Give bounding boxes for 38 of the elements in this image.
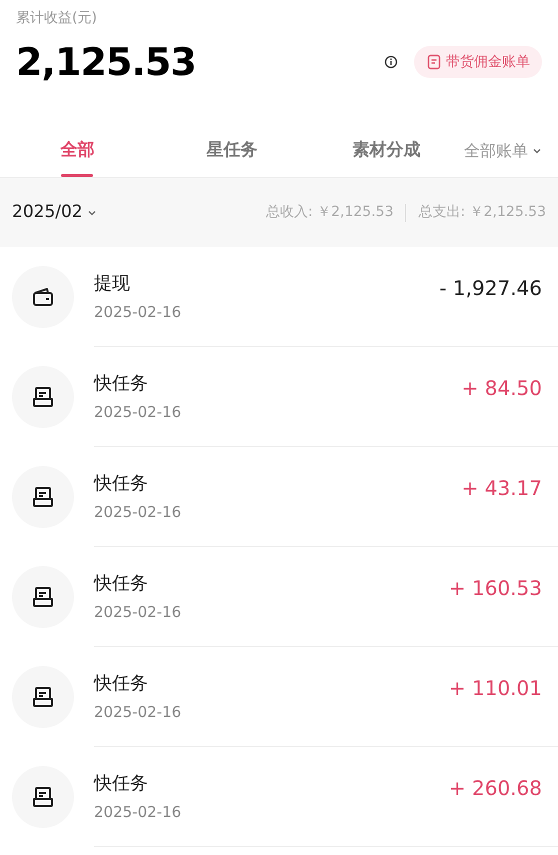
document-tray-icon	[31, 785, 55, 809]
bill-filter-dropdown[interactable]: 全部账单	[464, 139, 542, 163]
document-icon	[426, 54, 442, 70]
transaction-title: 快任务	[94, 572, 149, 596]
transaction-date: 2025-02-16	[94, 802, 182, 823]
tab[interactable]: 全部	[0, 125, 155, 177]
tab[interactable]: 星任务	[154, 125, 310, 177]
chevron-down-icon	[532, 146, 542, 156]
earnings-label: 累计收益(元)	[16, 9, 98, 28]
transaction-date: 2025-02-16	[94, 702, 182, 723]
document-tray-icon	[31, 685, 55, 709]
total-income: 总收入: ￥2,125.53	[266, 203, 394, 222]
transaction-amount: + 43.17	[462, 475, 542, 502]
wallet-icon	[31, 285, 55, 309]
total-earnings: 2,125.53	[16, 38, 196, 86]
info-icon[interactable]	[384, 55, 398, 69]
transaction-date: 2025-02-16	[94, 302, 182, 323]
document-tray-icon	[31, 485, 55, 509]
transaction-amount: - 1,927.46	[439, 275, 542, 302]
transaction-date: 2025-02-16	[94, 402, 182, 423]
transaction-title: 快任务	[94, 372, 149, 396]
commission-bill-button[interactable]: 带货佣金账单	[414, 46, 542, 78]
tab-indicator	[61, 174, 94, 177]
transaction-title: 快任务	[94, 472, 149, 496]
transaction-title: 快任务	[94, 772, 149, 796]
transaction-title: 提现	[94, 272, 131, 296]
transaction-date: 2025-02-16	[94, 602, 182, 623]
total-expense: 总支出: ￥2,125.53	[418, 203, 546, 222]
month-picker[interactable]: 2025/02	[12, 200, 97, 226]
transaction-title: 快任务	[94, 672, 149, 696]
transaction-amount: + 84.50	[462, 375, 542, 402]
document-tray-icon	[31, 385, 55, 409]
tab[interactable]: 素材分成	[309, 125, 464, 177]
transaction-amount: + 260.68	[448, 775, 542, 802]
transaction-amount: + 110.01	[448, 675, 542, 702]
transaction-amount: + 160.53	[448, 575, 542, 602]
document-tray-icon	[31, 585, 55, 609]
transaction-date: 2025-02-16	[94, 502, 182, 523]
